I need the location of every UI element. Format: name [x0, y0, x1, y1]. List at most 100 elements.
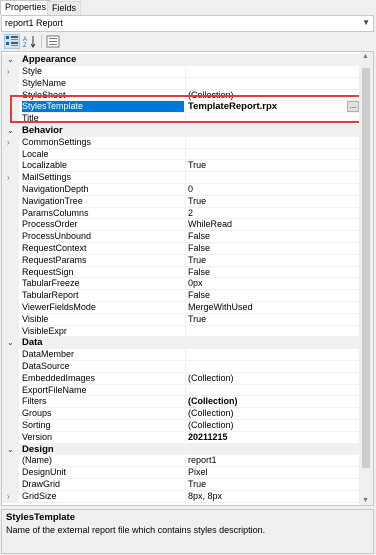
property-row-datamember[interactable]: DataMember: [2, 349, 361, 361]
description-text: Name of the external report file which c…: [6, 525, 266, 535]
property-value[interactable]: False: [185, 266, 361, 279]
collapse-icon[interactable]: ⌄: [7, 444, 14, 456]
property-value[interactable]: 0px: [185, 278, 361, 291]
categorized-button[interactable]: [4, 34, 20, 49]
category-data[interactable]: ⌄ Data: [2, 337, 361, 350]
property-value[interactable]: True: [185, 195, 361, 208]
property-value[interactable]: (Collection): [185, 396, 361, 409]
expand-icon[interactable]: ›: [7, 491, 10, 503]
tab-properties[interactable]: Properties: [0, 0, 52, 15]
property-value[interactable]: [185, 349, 361, 361]
property-row-groups[interactable]: Groups (Collection): [2, 408, 361, 420]
property-value[interactable]: (Collection): [185, 372, 361, 385]
property-row-requestsign[interactable]: RequestSign False: [2, 266, 361, 279]
property-row-navigationdepth[interactable]: NavigationDepth 0: [2, 184, 361, 196]
property-name: TabularReport: [22, 290, 184, 302]
property-row-paramscolumns[interactable]: ParamsColumns 2: [2, 207, 361, 220]
toolbar-separator: [41, 35, 42, 48]
property-row-filters[interactable]: Filters (Collection): [2, 396, 361, 409]
property-value[interactable]: report1: [185, 455, 361, 468]
property-row-processorder[interactable]: ProcessOrder WhileRead: [2, 219, 361, 232]
property-value[interactable]: 0: [185, 184, 361, 196]
property-value[interactable]: [185, 77, 361, 90]
property-value[interactable]: WhileRead: [185, 219, 361, 232]
property-value[interactable]: [185, 136, 361, 149]
property-name: Sorting: [22, 420, 184, 432]
property-pages-button[interactable]: [45, 34, 61, 49]
collapse-icon[interactable]: ⌄: [7, 337, 14, 349]
collapse-icon[interactable]: ⌄: [7, 54, 14, 66]
property-value[interactable]: True: [185, 254, 361, 267]
object-selector[interactable]: report1 Report ▼: [1, 15, 374, 32]
property-value[interactable]: 8px, 8px: [185, 490, 361, 503]
property-value[interactable]: False: [185, 243, 361, 255]
scroll-down-icon[interactable]: ▼: [362, 497, 369, 504]
category-behavior[interactable]: ⌄ Behavior: [2, 125, 361, 137]
scrollbar-thumb[interactable]: [362, 68, 370, 468]
property-value[interactable]: [185, 361, 361, 373]
property-value[interactable]: [185, 384, 361, 397]
chevron-down-icon[interactable]: ▼: [362, 18, 370, 27]
property-value[interactable]: MergeWithUsed: [185, 302, 361, 314]
property-row-locale[interactable]: Locale: [2, 148, 361, 161]
property-value[interactable]: True: [185, 160, 361, 173]
category-appearance[interactable]: ⌄ Appearance: [2, 54, 361, 66]
tab-fields[interactable]: Fields: [47, 1, 82, 15]
property-row-gridsize[interactable]: › GridSize 8px, 8px: [2, 490, 361, 503]
property-row-requestcontext[interactable]: RequestContext False: [2, 243, 361, 255]
property-row-datasource[interactable]: DataSource: [2, 361, 361, 373]
expand-icon[interactable]: ›: [7, 66, 10, 78]
property-row-mailsettings[interactable]: › MailSettings: [2, 172, 361, 184]
alphabetical-button[interactable]: A Z: [22, 34, 38, 49]
property-row-visible[interactable]: Visible True: [2, 313, 361, 326]
property-name: NavigationDepth: [22, 184, 184, 196]
property-grid[interactable]: ⌄ Appearance › Style StyleName StyleShee…: [1, 51, 374, 506]
property-value[interactable]: (Collection): [185, 408, 361, 420]
category-design[interactable]: ⌄ Design: [2, 443, 361, 456]
property-row-name[interactable]: (Name) report1: [2, 455, 361, 468]
property-row-version[interactable]: Version 20211215: [2, 431, 361, 444]
property-row-requestparams[interactable]: RequestParams True: [2, 254, 361, 267]
property-value[interactable]: False: [185, 231, 361, 243]
property-name: Style: [22, 66, 184, 78]
property-row-viewerfieldsmode[interactable]: ViewerFieldsMode MergeWithUsed: [2, 302, 361, 314]
property-value[interactable]: True: [185, 479, 361, 491]
expand-icon[interactable]: ›: [7, 137, 10, 149]
expand-icon[interactable]: ›: [7, 172, 10, 184]
property-value[interactable]: [185, 172, 361, 184]
property-name: DrawGrid: [22, 479, 184, 491]
property-value[interactable]: 2: [185, 207, 361, 220]
property-row-visibleexpr[interactable]: VisibleExpr: [2, 325, 361, 338]
property-value[interactable]: (Collection): [185, 420, 361, 432]
property-name: StyleName: [22, 78, 184, 90]
property-row-tabularreport[interactable]: TabularReport False: [2, 290, 361, 302]
property-row-drawgrid[interactable]: DrawGrid True: [2, 479, 361, 491]
property-row-navigationtree[interactable]: NavigationTree True: [2, 195, 361, 208]
property-value[interactable]: 20211215: [185, 431, 361, 444]
property-row-tabularfreeze[interactable]: TabularFreeze 0px: [2, 278, 361, 291]
property-value[interactable]: Pixel: [185, 467, 361, 479]
property-row-exportfilename[interactable]: ExportFileName: [2, 384, 361, 397]
property-value[interactable]: [185, 325, 361, 338]
property-name: (Name): [22, 455, 184, 468]
property-value[interactable]: False: [185, 290, 361, 302]
property-value[interactable]: [185, 148, 361, 161]
property-row-embeddedimages[interactable]: EmbeddedImages (Collection): [2, 372, 361, 385]
property-name: ViewerFieldsMode: [22, 302, 184, 314]
scroll-up-icon[interactable]: ▲: [362, 53, 369, 60]
property-name: DataSource: [22, 361, 184, 373]
property-row-stylename[interactable]: StyleName: [2, 77, 361, 90]
property-row-processunbound[interactable]: ProcessUnbound False: [2, 231, 361, 243]
property-row-designunit[interactable]: DesignUnit Pixel: [2, 467, 361, 479]
property-value[interactable]: True: [185, 313, 361, 326]
collapse-icon[interactable]: ⌄: [7, 125, 14, 137]
property-name: Version: [22, 432, 184, 444]
property-name: Filters: [22, 396, 184, 409]
property-row-sorting[interactable]: Sorting (Collection): [2, 420, 361, 432]
property-row-style[interactable]: › Style: [2, 66, 361, 78]
property-value[interactable]: [185, 66, 361, 78]
property-row-commonsettings[interactable]: › CommonSettings: [2, 136, 361, 149]
vertical-scrollbar[interactable]: ▲ ▼: [359, 52, 373, 505]
property-row-localizable[interactable]: Localizable True: [2, 160, 361, 173]
property-pages-icon: [46, 35, 60, 48]
